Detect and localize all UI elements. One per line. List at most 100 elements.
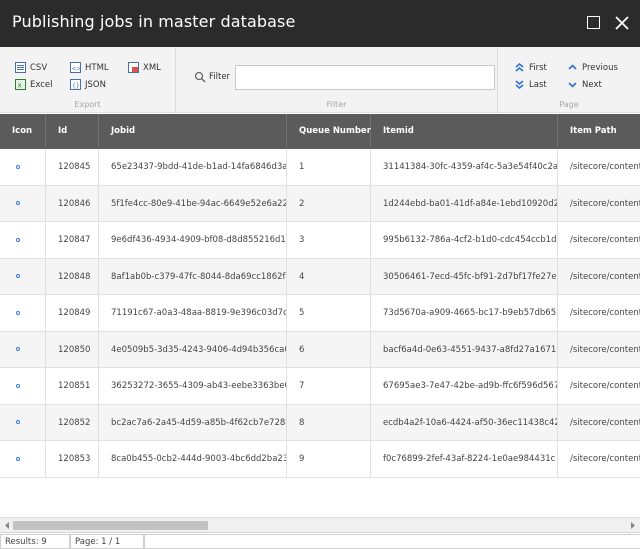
next-page-button[interactable]: Next bbox=[567, 79, 602, 90]
table-row[interactable]: 120845 65e23437-9bdd-41de-b1ad-14fa6846d3… bbox=[0, 149, 640, 186]
row-id-cell: 120852 bbox=[46, 404, 99, 441]
last-page-button[interactable]: Last bbox=[514, 79, 547, 90]
row-icon-cell bbox=[0, 222, 46, 259]
row-queue-cell: 2 bbox=[287, 185, 371, 222]
grid-header: Icon Id Jobid Queue Number Itemid Item P… bbox=[0, 114, 640, 149]
row-icon-cell bbox=[0, 295, 46, 332]
first-page-button[interactable]: First bbox=[514, 62, 547, 73]
jobs-grid: Icon Id Jobid Queue Number Itemid Item P… bbox=[0, 114, 640, 517]
previous-page-label: Previous bbox=[582, 62, 618, 73]
row-item-path-cell: /sitecore/content/\ bbox=[570, 308, 640, 318]
table-row[interactable]: 120852 bc2ac7a6-2a45-4d59-a85b-4f62cb7e72… bbox=[0, 404, 640, 441]
filter-group: Filter Filter bbox=[176, 47, 498, 113]
filter-button[interactable]: Filter bbox=[194, 71, 230, 83]
double-chevron-down-icon bbox=[515, 80, 524, 90]
close-button[interactable] bbox=[612, 13, 632, 33]
filter-input[interactable] bbox=[235, 65, 495, 90]
column-header-itemid[interactable]: Itemid bbox=[371, 114, 558, 149]
column-header-id[interactable]: Id bbox=[46, 114, 99, 149]
row-queue-cell: 7 bbox=[287, 368, 371, 405]
scroll-left-icon[interactable] bbox=[3, 521, 11, 530]
row-queue-cell: 4 bbox=[287, 258, 371, 295]
table-row[interactable]: 120849 71191c67-a0a3-48aa-8819-9e396c03d7… bbox=[0, 295, 640, 332]
search-icon bbox=[194, 71, 206, 83]
row-id-cell: 120846 bbox=[46, 185, 99, 222]
svg-text:<>: <> bbox=[72, 66, 82, 73]
maximize-button[interactable] bbox=[584, 13, 604, 33]
row-jobid-cell: bc2ac7a6-2a45-4d59-a85b-4f62cb7e728a bbox=[99, 404, 287, 441]
excel-file-icon: x bbox=[15, 79, 26, 90]
job-status-icon bbox=[16, 274, 20, 278]
export-json-button[interactable]: {} JSON bbox=[70, 79, 106, 90]
job-status-icon bbox=[16, 164, 20, 169]
job-status-icon bbox=[16, 456, 20, 461]
table-row[interactable]: 120847 9e6df436-4934-4909-bf08-d8d855216d… bbox=[0, 222, 640, 259]
filter-group-label: Filter bbox=[326, 100, 347, 109]
filter-button-label: Filter bbox=[209, 72, 231, 82]
row-item-path-cell: /sitecore/content/\ bbox=[570, 235, 640, 245]
row-icon-cell bbox=[0, 185, 46, 222]
row-icon-cell bbox=[0, 368, 46, 405]
scroll-right-icon[interactable] bbox=[629, 521, 637, 530]
page-group: First Last Previous Next Page bbox=[498, 47, 640, 113]
table-row[interactable]: 120853 8ca0b455-0cb2-444d-9003-4bc6dd2ba2… bbox=[0, 441, 640, 478]
row-item-path-cell: /sitecore/content/\ bbox=[570, 344, 640, 355]
column-header-icon[interactable]: Icon bbox=[0, 114, 46, 149]
export-html-label: HTML bbox=[85, 62, 109, 73]
row-itemid-cell: bacf6a4d-0e63-4551-9437-a8fd27a16712 bbox=[371, 331, 558, 368]
job-status-icon bbox=[16, 420, 20, 424]
chevron-down-icon bbox=[568, 82, 577, 88]
row-id-cell: 120853 bbox=[46, 441, 99, 478]
row-jobid-cell: 9e6df436-4934-4909-bf08-d8d855216d17 bbox=[99, 222, 287, 259]
row-id-cell: 120851 bbox=[46, 368, 99, 405]
window-title: Publishing jobs in master database bbox=[12, 12, 296, 31]
row-item-path-cell: /sitecore/content/\ bbox=[570, 162, 640, 172]
export-csv-button[interactable]: CSV bbox=[15, 62, 47, 73]
json-file-icon: {} bbox=[70, 79, 81, 90]
export-xml-label: XML bbox=[143, 62, 161, 73]
export-excel-label: Excel bbox=[30, 79, 53, 90]
window-titlebar: Publishing jobs in master database bbox=[0, 0, 640, 47]
column-header-queue-number[interactable]: Queue Number bbox=[287, 114, 371, 149]
scrollbar-thumb[interactable] bbox=[13, 521, 208, 530]
row-id-cell: 120849 bbox=[46, 295, 99, 332]
row-jobid-cell: 8ca0b455-0cb2-444d-9003-4bc6dd2ba23e bbox=[99, 441, 287, 478]
row-id-cell: 120850 bbox=[46, 331, 99, 368]
row-queue-cell: 8 bbox=[287, 404, 371, 441]
svg-text:x: x bbox=[18, 82, 22, 90]
html-file-icon: <> bbox=[70, 62, 81, 73]
horizontal-scrollbar[interactable] bbox=[0, 517, 640, 532]
export-group-label: Export bbox=[74, 100, 101, 109]
row-itemid-cell: f0c76899-2fef-43af-8224-1e0ae984431c bbox=[371, 441, 558, 478]
row-queue-cell: 1 bbox=[287, 149, 371, 186]
table-row[interactable]: 120851 36253272-3655-4309-ab43-eebe3363be… bbox=[0, 368, 640, 405]
close-icon bbox=[615, 16, 629, 30]
table-row[interactable]: 120846 5f1fe4cc-80e9-41be-94ac-6649e52e6a… bbox=[0, 185, 640, 222]
previous-page-button[interactable]: Previous bbox=[567, 62, 618, 73]
export-xml-button[interactable]: XML bbox=[128, 62, 161, 73]
row-queue-cell: 5 bbox=[287, 295, 371, 332]
ribbon-toolbar: CSV x Excel <> HTML {} JSON XML Export F… bbox=[0, 47, 640, 113]
row-jobid-cell: 71191c67-a0a3-48aa-8819-9e396c03d7c0 bbox=[99, 295, 287, 332]
column-header-item-path[interactable]: Item Path bbox=[558, 114, 640, 149]
export-excel-button[interactable]: x Excel bbox=[15, 79, 53, 90]
row-itemid-cell: 31141384-30fc-4359-af4c-5a3e54f40c2a bbox=[371, 149, 558, 186]
row-jobid-cell: 65e23437-9bdd-41de-b1ad-14fa6846d3ac bbox=[99, 149, 287, 186]
column-header-jobid[interactable]: Jobid bbox=[99, 114, 287, 149]
page-group-label: Page bbox=[559, 100, 579, 109]
job-status-icon bbox=[16, 237, 20, 242]
row-id-cell: 120847 bbox=[46, 222, 99, 259]
row-jobid-cell: 4e0509b5-3d35-4243-9406-4d94b356ca02 bbox=[99, 331, 287, 368]
job-status-icon bbox=[16, 310, 20, 315]
row-queue-cell: 3 bbox=[287, 222, 371, 259]
grid-body: 120845 65e23437-9bdd-41de-b1ad-14fa6846d3… bbox=[0, 149, 640, 478]
row-item-path-cell: /sitecore/content/\ bbox=[570, 417, 640, 428]
xml-file-icon bbox=[128, 62, 139, 73]
row-icon-cell bbox=[0, 331, 46, 368]
table-row[interactable]: 120848 8af1ab0b-c379-47fc-8044-8da69cc186… bbox=[0, 258, 640, 295]
export-csv-label: CSV bbox=[30, 62, 48, 73]
table-row[interactable]: 120850 4e0509b5-3d35-4243-9406-4d94b356ca… bbox=[0, 331, 640, 368]
job-status-icon bbox=[16, 383, 20, 388]
export-html-button[interactable]: <> HTML bbox=[70, 62, 109, 73]
chevron-up-icon bbox=[568, 64, 577, 70]
